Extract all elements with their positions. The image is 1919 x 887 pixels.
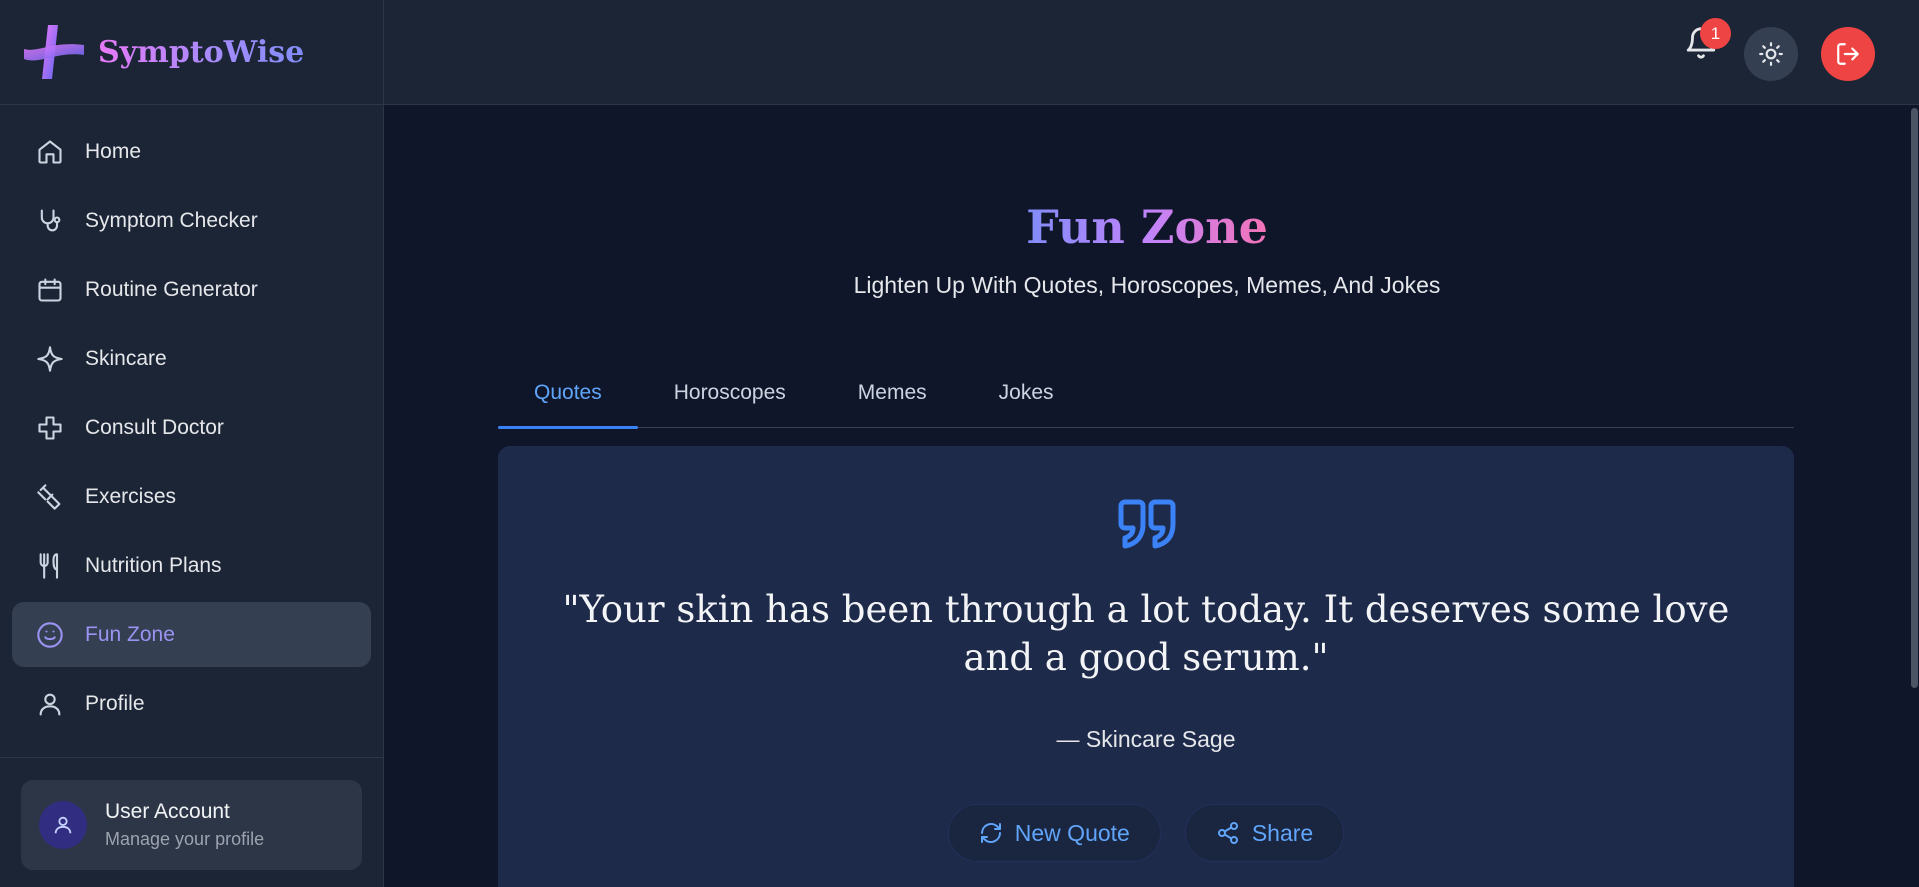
- quote-text: "Your skin has been through a lot today.…: [562, 588, 1730, 679]
- tab-memes[interactable]: Memes: [822, 358, 963, 428]
- tab-quotes[interactable]: Quotes: [498, 358, 638, 429]
- new-quote-button[interactable]: New Quote: [947, 804, 1161, 862]
- page-title-text: Fun Zone: [1026, 200, 1268, 254]
- quote-author: — Skincare Sage: [1056, 726, 1236, 752]
- calendar-icon: [35, 275, 65, 305]
- sidebar-item-label: Skincare: [85, 346, 167, 370]
- quote-card: "Your skin has been through a lot today.…: [498, 446, 1794, 887]
- user-info: User Account Manage your profile: [105, 800, 264, 850]
- new-quote-label: New Quote: [1014, 819, 1130, 846]
- tab-jokes[interactable]: Jokes: [963, 358, 1090, 428]
- brand[interactable]: SymptoWise: [0, 0, 383, 105]
- sidebar-item-symptom-checker[interactable]: Symptom Checker: [12, 188, 371, 253]
- main-content: Fun Zone Lighten Up With Quotes, Horosco…: [384, 106, 1910, 887]
- logout-button[interactable]: [1821, 27, 1875, 81]
- brand-name: SymptoWise: [98, 34, 305, 70]
- sun-icon: [1759, 42, 1783, 66]
- home-icon: [35, 137, 65, 167]
- share-label: Share: [1251, 819, 1314, 846]
- avatar: [39, 801, 87, 849]
- sidebar-item-label: Exercises: [85, 484, 177, 508]
- sidebar: SymptoWise Home Symptom Checker Routine …: [0, 0, 384, 887]
- sidebar-item-label: Fun Zone: [85, 622, 175, 646]
- stethoscope-icon: [35, 206, 65, 236]
- quote-icon: [1118, 499, 1176, 549]
- theme-toggle-button[interactable]: [1744, 27, 1798, 81]
- page-subtitle: Lighten Up With Quotes, Horoscopes, Meme…: [853, 272, 1441, 298]
- sidebar-item-exercises[interactable]: Exercises: [12, 464, 371, 529]
- smile-icon: [35, 620, 65, 650]
- sidebar-item-label: Symptom Checker: [85, 208, 258, 232]
- user-icon: [35, 689, 65, 719]
- user-avatar-icon: [54, 816, 72, 834]
- page-title: Fun Zone: [384, 200, 1910, 254]
- main-scrollbar[interactable]: [1910, 106, 1919, 887]
- sidebar-item-fun-zone[interactable]: Fun Zone: [12, 602, 371, 667]
- scrollbar-thumb[interactable]: [1911, 108, 1918, 688]
- logout-icon: [1837, 43, 1859, 65]
- sidebar-item-label: Routine Generator: [85, 277, 258, 301]
- sidebar-item-consult-doctor[interactable]: Consult Doctor: [12, 395, 371, 460]
- sidebar-item-home[interactable]: Home: [12, 119, 371, 184]
- sidebar-item-label: Nutrition Plans: [85, 553, 222, 577]
- sparkle-icon: [35, 344, 65, 374]
- dumbbell-icon: [35, 482, 65, 512]
- user-subtitle: Manage your profile: [105, 829, 265, 849]
- quote-actions: New Quote Share: [498, 804, 1794, 862]
- brand-logo-icon: [24, 25, 84, 79]
- notification-count-badge: 1: [1700, 18, 1731, 49]
- sidebar-item-label: Home: [85, 139, 142, 163]
- user-account-card[interactable]: User Account Manage your profile: [21, 780, 362, 870]
- sidebar-item-nutrition-plans[interactable]: Nutrition Plans: [12, 533, 371, 598]
- tab-horoscopes[interactable]: Horoscopes: [638, 358, 822, 428]
- sidebar-footer: User Account Manage your profile: [0, 757, 383, 887]
- share-button[interactable]: Share: [1184, 804, 1345, 862]
- utensils-icon: [35, 551, 65, 581]
- top-bar: 1: [384, 0, 1919, 105]
- sidebar-item-skincare[interactable]: Skincare: [12, 326, 371, 391]
- sidebar-nav: Home Symptom Checker Routine Generator S…: [0, 105, 383, 736]
- medical-cross-icon: [35, 413, 65, 443]
- sidebar-item-routine-generator[interactable]: Routine Generator: [12, 257, 371, 322]
- sidebar-item-profile[interactable]: Profile: [12, 671, 371, 736]
- share-icon: [1217, 822, 1238, 844]
- user-name: User Account: [105, 800, 230, 823]
- refresh-icon: [980, 823, 1001, 843]
- sidebar-item-label: Consult Doctor: [85, 415, 224, 439]
- fun-zone-tabs: Quotes Horoscopes Memes Jokes: [498, 358, 1794, 429]
- sidebar-item-label: Profile: [85, 691, 145, 715]
